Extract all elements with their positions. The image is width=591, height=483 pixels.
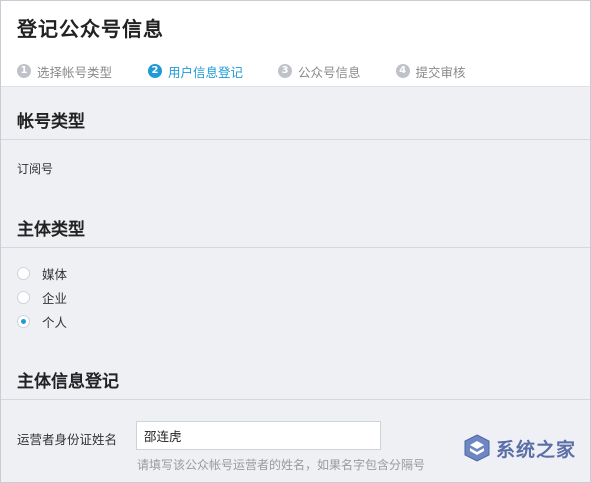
subject-info-title: 主体信息登记 <box>17 372 119 392</box>
operator-name-label: 运营者身份证姓名 <box>17 432 118 447</box>
radio-option-enterprise[interactable]: 企业 <box>17 289 68 306</box>
step-2-label: 用户信息登记 <box>168 64 244 80</box>
step-indicator: 1 选择帐号类型 2 用户信息登记 3 公众号信息 4 提交审核 <box>17 61 466 81</box>
radio-option-individual[interactable]: 个人 <box>17 313 68 330</box>
step-2-number: 2 <box>148 64 163 78</box>
step-3-label: 公众号信息 <box>298 64 361 80</box>
page-title: 登记公众号信息 <box>17 17 164 41</box>
divider <box>1 247 590 248</box>
step-1-number: 1 <box>17 64 31 78</box>
step-3: 3 公众号信息 <box>278 62 361 81</box>
step-4: 4 提交审核 <box>395 62 466 81</box>
radio-button-checked[interactable] <box>17 314 30 328</box>
step-1: 1 选择帐号类型 <box>17 62 112 81</box>
step-4-number: 4 <box>395 64 410 78</box>
watermark-logo-icon <box>464 434 490 462</box>
operator-name-hint: 请填写该公众帐号运营者的姓名，如果名字包含分隔号 <box>137 458 426 472</box>
account-type-title: 帐号类型 <box>17 112 85 132</box>
divider <box>1 399 590 400</box>
page-frame: 登记公众号信息 1 选择帐号类型 2 用户信息登记 3 公众号信息 4 提交审核 <box>0 0 591 483</box>
watermark-text: 系统之家 <box>495 438 576 461</box>
step-1-label: 选择帐号类型 <box>37 64 113 80</box>
step-2: 2 用户信息登记 <box>148 62 243 81</box>
radio-label-enterprise: 企业 <box>42 290 68 306</box>
radio-button[interactable] <box>17 290 30 304</box>
watermark: 系统之家 <box>455 431 582 465</box>
radio-button[interactable] <box>17 266 30 280</box>
radio-label-individual: 个人 <box>42 314 68 330</box>
operator-name-input[interactable] <box>136 421 381 450</box>
step-3-number: 3 <box>278 64 293 78</box>
step-4-label: 提交审核 <box>415 64 466 80</box>
page-header: 登记公众号信息 1 选择帐号类型 2 用户信息登记 3 公众号信息 4 提交审核 <box>1 1 590 87</box>
subject-type-title: 主体类型 <box>17 220 85 240</box>
account-type-value: 订阅号 <box>17 162 54 176</box>
radio-label-media: 媒体 <box>42 266 68 282</box>
divider <box>1 139 590 140</box>
radio-option-media[interactable]: 媒体 <box>17 265 68 282</box>
